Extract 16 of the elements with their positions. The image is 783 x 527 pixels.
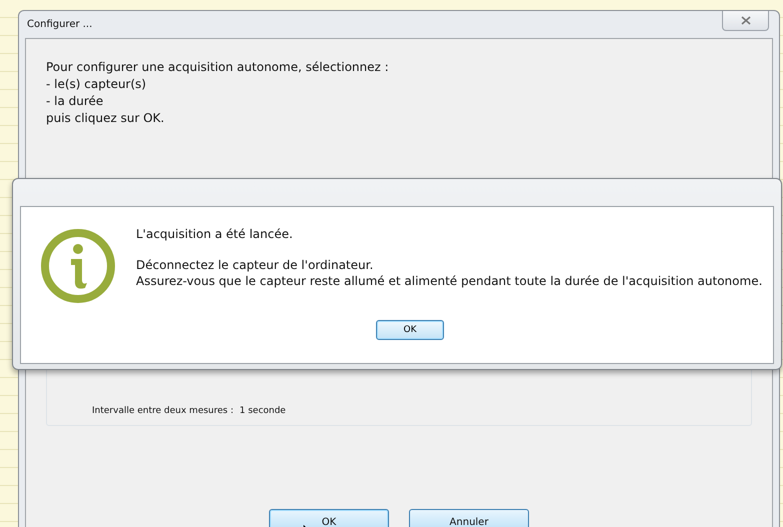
instruction-text: Pour configurer une acquisition autonome, sélectionnez :: [46, 59, 390, 76]
instruction-text: - la durée: [46, 93, 104, 110]
dialog-button[interactable]: OK: [269, 509, 389, 527]
dialog-button[interactable]: Annuler: [409, 509, 529, 527]
window-title: Configurer ...: [27, 19, 92, 30]
close-icon: [740, 16, 750, 24]
message-text: Assurez-vous que le capteur reste allumé et alimenté pendant toute la durée de l'acquisition autonome.: [136, 273, 762, 289]
interval-label: Intervalle entre deux mesures :: [92, 406, 234, 416]
instruction-text: - le(s) capteur(s): [46, 76, 148, 93]
message-text: L'acquisition a été lancée.: [136, 226, 294, 242]
info-icon: [40, 228, 116, 304]
message-text: Déconnectez le capteur de l'ordinateur.: [136, 257, 374, 273]
ok-button[interactable]: OK: [376, 320, 444, 340]
close-button[interactable]: [722, 10, 769, 30]
interval-value: 1 seconde: [240, 406, 286, 416]
instruction-text: puis cliquez sur OK.: [46, 110, 166, 127]
